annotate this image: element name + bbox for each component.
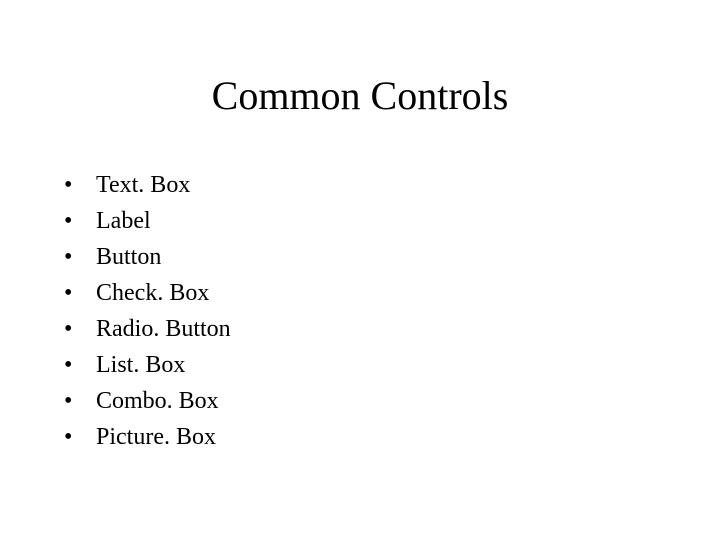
list-item: List. Box [64,347,720,383]
list-item: Text. Box [64,167,720,203]
list-item: Combo. Box [64,383,720,419]
list-item: Button [64,239,720,275]
list-item: Radio. Button [64,311,720,347]
list-item: Label [64,203,720,239]
list-item: Picture. Box [64,419,720,455]
slide-title: Common Controls [0,72,720,119]
bullet-list: Text. Box Label Button Check. Box Radio.… [0,167,720,455]
slide-container: Common Controls Text. Box Label Button C… [0,0,720,540]
list-item: Check. Box [64,275,720,311]
